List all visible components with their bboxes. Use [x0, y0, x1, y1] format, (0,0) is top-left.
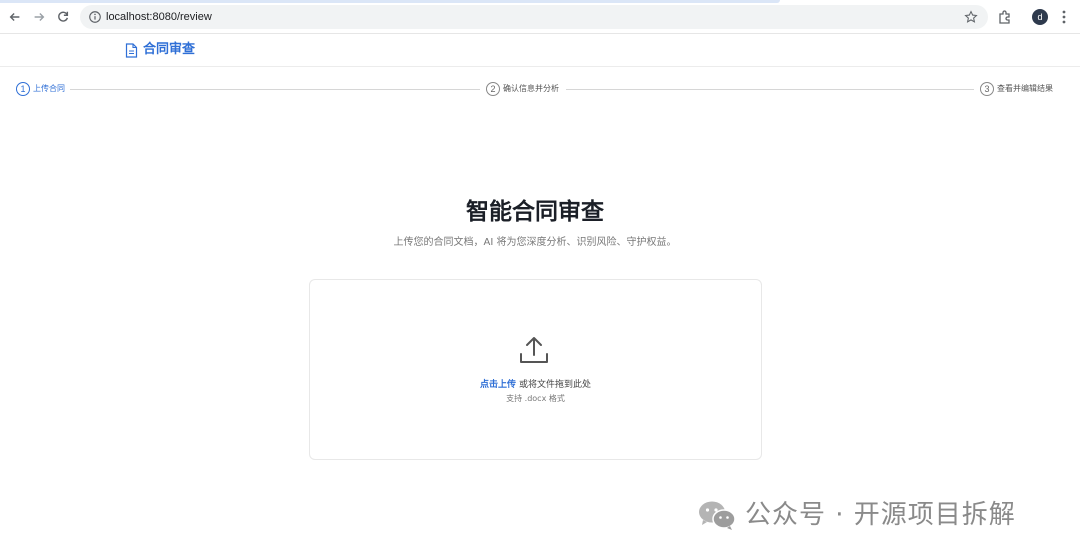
page-title: 智能合同审查: [466, 199, 604, 225]
step-label: 确认信息并分析: [503, 84, 559, 93]
upload-drag-text: 或将文件拖到此处: [518, 380, 591, 390]
tab-strip-edge: [0, 0, 780, 3]
step-upload: 1 上传合同: [16, 82, 65, 96]
progress-steps: 1 上传合同 2 确认信息并分析 3 查看并编辑结果: [0, 79, 1080, 101]
click-upload-link[interactable]: 点击上传: [480, 380, 516, 390]
step-label: 查看并编辑结果: [997, 84, 1053, 93]
url-text[interactable]: localhost:8080/review: [106, 9, 212, 25]
step-label: 上传合同: [33, 84, 65, 93]
bookmark-star-icon[interactable]: [964, 10, 978, 24]
arrow-left-icon: [9, 13, 20, 21]
extensions-icon[interactable]: [997, 9, 1013, 25]
app-title[interactable]: 合同审查: [143, 41, 195, 59]
upload-prompt: 点击上传 或将文件拖到此处: [310, 378, 761, 392]
arrow-right-icon: [34, 13, 45, 21]
profile-avatar[interactable]: d: [1032, 9, 1048, 25]
app-header: 合同审查: [0, 35, 1080, 67]
upload-format-hint: 支持 .docx 格式: [506, 394, 565, 403]
step-confirm: 2 确认信息并分析: [486, 82, 559, 96]
document-icon: [125, 43, 138, 58]
reload-button[interactable]: [55, 9, 71, 25]
step-connector: [70, 89, 480, 90]
wechat-icon: [699, 501, 736, 530]
back-button[interactable]: [7, 9, 23, 25]
address-bar[interactable]: localhost:8080/review: [80, 5, 988, 29]
info-icon[interactable]: [88, 10, 102, 24]
step-number: 3: [980, 82, 994, 96]
watermark-text: 公众号 · 开源项目拆解: [745, 500, 1016, 530]
step-number: 2: [486, 82, 500, 96]
watermark: 公众号 · 开源项目拆解: [697, 497, 1016, 533]
browser-toolbar: localhost:8080/review d: [0, 0, 1080, 34]
step-connector: [566, 89, 974, 90]
reload-icon: [58, 11, 69, 22]
upload-dropzone[interactable]: 点击上传 或将文件拖到此处 支持 .docx 格式: [309, 279, 762, 460]
step-result: 3 查看并编辑结果: [980, 82, 1053, 96]
forward-button[interactable]: [31, 9, 47, 25]
upload-icon: [520, 337, 548, 363]
page-subtitle: 上传您的合同文档，AI 将为您深度分析、识别风险、守护权益。: [393, 237, 677, 248]
step-number: 1: [16, 82, 30, 96]
more-menu-icon[interactable]: [1058, 9, 1070, 25]
